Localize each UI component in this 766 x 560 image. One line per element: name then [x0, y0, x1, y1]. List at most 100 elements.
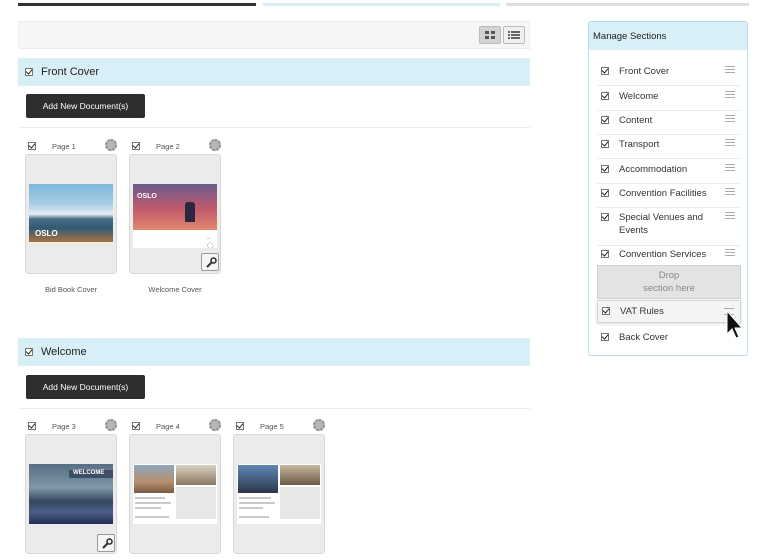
- thumbnail-photo: [176, 465, 216, 485]
- page-checkbox[interactable]: [28, 142, 36, 150]
- section-checkbox[interactable]: [601, 250, 609, 258]
- gear-icon[interactable]: [209, 419, 221, 431]
- divider: [18, 127, 530, 128]
- document-thumbnail: [237, 464, 321, 524]
- manage-section-label: Back Cover: [619, 332, 669, 343]
- thumbnail-photo: [134, 465, 174, 493]
- section-checkbox[interactable]: [601, 140, 609, 148]
- thumbnail-panel: [280, 487, 320, 519]
- drag-handle-icon[interactable]: [725, 188, 735, 195]
- page-checkbox[interactable]: [132, 422, 140, 430]
- thumbnail-text-line: [135, 497, 165, 499]
- page-header: Page 4: [132, 419, 228, 433]
- section-checkbox[interactable]: [25, 348, 33, 356]
- page-card[interactable]: OSLO: [25, 154, 117, 274]
- section-checkbox[interactable]: [601, 213, 609, 221]
- page-label: Page 1: [52, 142, 76, 151]
- wrench-button[interactable]: [97, 534, 115, 552]
- manage-section-label: VAT Rules: [620, 306, 664, 317]
- thumbnail-text-line: [239, 507, 263, 509]
- manage-section-label: Accommodation: [619, 164, 688, 175]
- manage-section-item[interactable]: Front Cover: [597, 64, 741, 86]
- page-card[interactable]: [129, 434, 221, 554]
- mouse-cursor-icon: [726, 310, 744, 339]
- section-checkbox[interactable]: [601, 67, 609, 75]
- wrench-button[interactable]: [201, 253, 219, 271]
- thumbnail-photo: [238, 465, 278, 493]
- tab-active[interactable]: [18, 3, 256, 6]
- thumbnail-text: WELCOME: [73, 470, 105, 476]
- manage-section-item[interactable]: Welcome: [597, 89, 741, 111]
- drag-handle-icon[interactable]: [725, 249, 735, 256]
- section-header-front-cover: Front Cover: [18, 58, 530, 86]
- section-checkbox[interactable]: [601, 165, 609, 173]
- page-card[interactable]: WELCOME: [25, 434, 117, 554]
- manage-section-item[interactable]: Convention Facilities: [597, 186, 741, 208]
- dragging-section-item[interactable]: VAT Rules: [597, 300, 741, 323]
- page-label: Page 5: [260, 422, 284, 431]
- gear-icon[interactable]: [313, 419, 325, 431]
- page-checkbox[interactable]: [132, 142, 140, 150]
- drag-handle-icon[interactable]: [725, 212, 735, 219]
- drop-zone[interactable]: Drop section here: [597, 265, 741, 299]
- section-checkbox[interactable]: [601, 92, 609, 100]
- document-thumbnail: WELCOME: [29, 464, 113, 524]
- gear-icon[interactable]: [105, 419, 117, 431]
- page-header: Page 5: [236, 419, 332, 433]
- drag-handle-icon[interactable]: [725, 91, 735, 98]
- thumbnail-text-line: [135, 502, 171, 504]
- manage-section-item[interactable]: Convention Services: [597, 247, 741, 267]
- manage-section-label: Special Venues and Events: [619, 212, 703, 236]
- page-header: Page 3: [28, 419, 124, 433]
- drag-handle-icon[interactable]: [725, 66, 735, 73]
- section-checkbox[interactable]: [602, 307, 610, 315]
- grid-icon: [485, 31, 495, 39]
- wrench-icon: [206, 257, 217, 268]
- tab-second[interactable]: [263, 3, 500, 6]
- gear-icon[interactable]: [105, 139, 117, 151]
- drop-zone-line: section here: [643, 283, 695, 294]
- manage-section-item[interactable]: Special Venues and Events: [597, 210, 741, 246]
- manage-section-item[interactable]: Transport: [597, 137, 741, 159]
- thumbnail-photo: [280, 465, 320, 485]
- manage-section-item[interactable]: Content: [597, 113, 741, 135]
- section-checkbox[interactable]: [601, 116, 609, 124]
- section-checkbox[interactable]: [601, 333, 609, 341]
- document-caption: Bid Book Cover: [44, 285, 98, 294]
- manage-section-label: Front Cover: [619, 66, 670, 77]
- thumbnail-text-line: [239, 502, 275, 504]
- section-checkbox[interactable]: [601, 189, 609, 197]
- grid-view-button[interactable]: [479, 26, 501, 44]
- section-title: Front Cover: [41, 66, 100, 78]
- manage-section-label: Convention Facilities: [619, 188, 707, 199]
- page-card[interactable]: [233, 434, 325, 554]
- document-thumbnail: OSLO: [29, 184, 113, 242]
- manage-section-item[interactable]: Back Cover: [597, 330, 741, 350]
- tab-third[interactable]: [506, 3, 749, 6]
- drop-zone-line: Drop: [658, 270, 680, 281]
- manage-section-label: Convention Services: [619, 249, 707, 260]
- section-checkbox[interactable]: [25, 68, 33, 76]
- thumbnail-text-line: [239, 497, 271, 499]
- drag-handle-icon[interactable]: [725, 164, 735, 171]
- page-checkbox[interactable]: [236, 422, 244, 430]
- page-checkbox[interactable]: [28, 422, 36, 430]
- list-view-button[interactable]: [503, 26, 525, 44]
- page-card[interactable]: OSLO –◯: [129, 154, 221, 274]
- thumbnail-text-line: [135, 516, 169, 518]
- manage-section-item[interactable]: Accommodation: [597, 162, 741, 184]
- section-header-welcome: Welcome: [18, 338, 530, 366]
- divider: [18, 408, 530, 409]
- document-thumbnail: [133, 464, 217, 524]
- drag-handle-icon[interactable]: [725, 139, 735, 146]
- page-header: Page 2: [132, 139, 228, 153]
- page-label: Page 3: [52, 422, 76, 431]
- add-new-document-button[interactable]: Add New Document(s): [26, 94, 145, 118]
- panel-title: Manage Sections: [589, 22, 747, 50]
- add-new-document-button[interactable]: Add New Document(s): [26, 375, 145, 399]
- page-label: Page 4: [156, 422, 180, 431]
- wrench-icon: [102, 538, 113, 549]
- gear-icon[interactable]: [209, 139, 221, 151]
- drag-handle-icon[interactable]: [725, 115, 735, 122]
- thumbnail-statue: [185, 202, 195, 222]
